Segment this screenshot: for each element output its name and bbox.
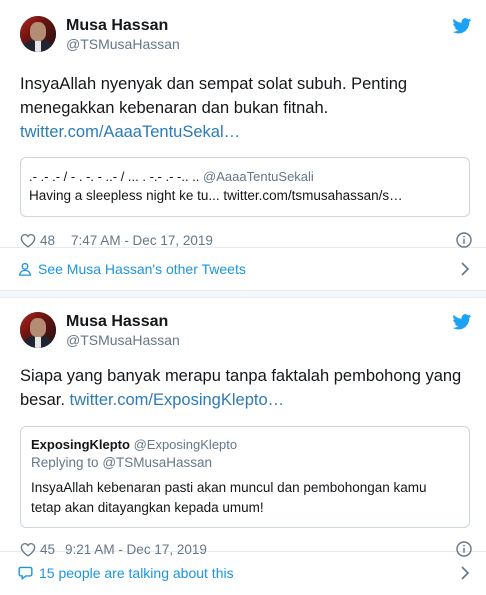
quote-header: .- .- .- / - . -. - ..- / ... . -.- .- -… — [29, 168, 459, 186]
user-handle[interactable]: @TSMusaHassan — [66, 332, 180, 349]
display-name[interactable]: Musa Hassan — [66, 312, 180, 332]
see-other-tweets-link[interactable]: See Musa Hassan's other Tweets — [0, 248, 486, 290]
tweet-separator — [0, 290, 486, 298]
author-names: Musa Hassan @TSMusaHassan — [66, 312, 180, 349]
tweet-text-line: InsyaAllah nyenyak dan sempat solat subu… — [20, 75, 408, 93]
quote-author-name: .- .- .- / - . -. - ..- / ... . -.- .- -… — [29, 169, 200, 184]
see-other-tweets-label[interactable]: See Musa Hassan's other Tweets — [38, 261, 246, 277]
quote-author-handle: @ExposingKlepto — [133, 437, 238, 452]
conversation-label[interactable]: 15 people are talking about this — [39, 565, 234, 581]
like-count[interactable]: 48 — [40, 233, 55, 248]
quoted-tweet[interactable]: ExposingKlepto @ExposingKlepto Replying … — [20, 426, 470, 528]
twitter-bird-icon[interactable] — [452, 18, 472, 34]
quote-text-line: InsyaAllah kebenaran pasti akan muncul d… — [31, 480, 427, 495]
reply-prefix: Replying to — [31, 455, 99, 470]
author-names: Musa Hassan @TSMusaHassan — [66, 16, 180, 53]
avatar[interactable] — [20, 16, 56, 52]
quote-text-line: tetap akan ditayangkan kepada umum! — [31, 500, 264, 515]
chevron-right-icon[interactable] — [460, 262, 470, 276]
quote-author-name: ExposingKlepto — [31, 437, 130, 452]
quote-text: InsyaAllah kebenaran pasti akan muncul d… — [31, 478, 459, 518]
tweet-2: Musa Hassan @TSMusaHassan Siapa yang ban… — [0, 298, 486, 557]
quote-author-handle: @AaaaTentuSekali — [203, 169, 314, 184]
tweet-text: InsyaAllah nyenyak dan sempat solat subu… — [20, 72, 470, 144]
tweet-text-line: Siapa yang banyak merapu tanpa faktalah … — [20, 367, 462, 385]
tweet-text-fragment: besar. — [20, 391, 65, 409]
timestamp[interactable]: 7:47 AM - Dec 17, 2019 — [71, 233, 213, 248]
tweet-header: Musa Hassan @TSMusaHassan — [20, 310, 470, 350]
heart-icon[interactable] — [20, 233, 36, 248]
person-icon — [19, 262, 31, 276]
info-icon[interactable] — [456, 232, 472, 248]
quote-header: ExposingKlepto @ExposingKlepto — [31, 436, 459, 454]
chevron-right-icon[interactable] — [460, 566, 470, 580]
avatar[interactable] — [20, 312, 56, 348]
quoted-tweet[interactable]: .- .- .- / - . -. - ..- / ... . -.- .- -… — [20, 157, 470, 217]
twitter-bird-icon[interactable] — [452, 314, 472, 330]
tweet-1: Musa Hassan @TSMusaHassan InsyaAllah nye… — [0, 0, 486, 248]
user-handle[interactable]: @TSMusaHassan — [66, 36, 180, 53]
tweet-link[interactable]: twitter.com/AaaaTentuSekal… — [20, 120, 462, 144]
quote-reply-context: Replying to @TSMusaHassan — [31, 454, 459, 472]
tweet-text: Siapa yang banyak merapu tanpa faktalah … — [20, 364, 470, 412]
reply-handle[interactable]: @TSMusaHassan — [102, 455, 212, 470]
tweet-text-line: menegakkan kebenaran dan bukan fitnah. — [20, 99, 329, 117]
speech-bubble-icon — [18, 566, 33, 580]
conversation-link[interactable]: 15 people are talking about this — [0, 552, 486, 594]
tweet-text-line-2: besar. twitter.com/ExposingKlepto… — [20, 388, 462, 412]
quote-text: Having a sleepless night ke tu... twitte… — [29, 188, 403, 203]
display-name[interactable]: Musa Hassan — [66, 16, 180, 36]
tweet-header: Musa Hassan @TSMusaHassan — [20, 14, 470, 54]
tweet-link[interactable]: twitter.com/ExposingKlepto… — [70, 391, 285, 409]
